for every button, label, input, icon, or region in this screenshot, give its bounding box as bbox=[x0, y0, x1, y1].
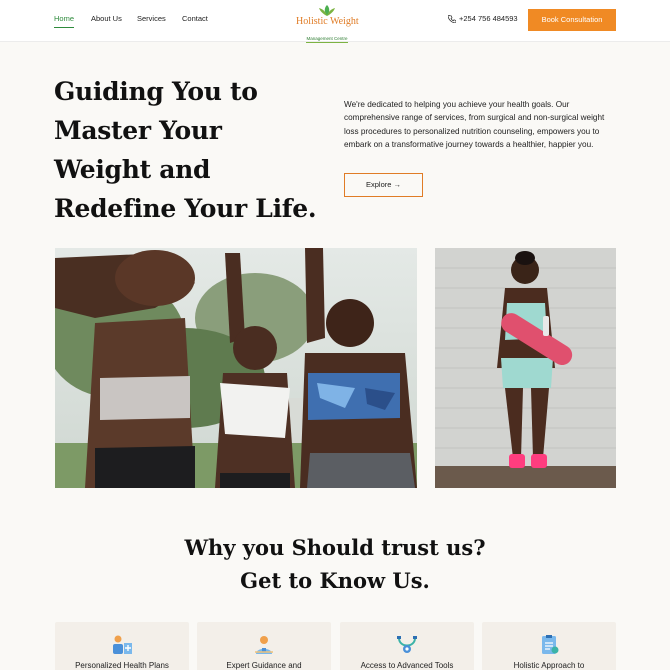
nav-link-services[interactable]: Services bbox=[137, 14, 166, 23]
feature-card-advanced-tools[interactable]: Access to Advanced Tools bbox=[340, 622, 474, 670]
brand-logo[interactable]: Holistic Weight Management Centre bbox=[296, 4, 359, 43]
phone-number: +254 756 484593 bbox=[459, 14, 518, 23]
feature-card-expert-guidance[interactable]: Expert Guidance and bbox=[197, 622, 331, 670]
hero-title: Guiding You to Master Your Weight and Re… bbox=[54, 77, 317, 223]
feature-card-label: Access to Advanced Tools bbox=[360, 661, 454, 670]
holistic-approach-icon bbox=[542, 635, 559, 654]
logo-subtitle: Management Centre bbox=[306, 36, 348, 43]
nav-link-home[interactable]: Home bbox=[54, 14, 75, 28]
nav-link-contact[interactable]: Contact bbox=[182, 14, 208, 23]
health-plan-icon bbox=[113, 635, 132, 654]
feature-card-label: Holistic Approach to bbox=[513, 661, 585, 670]
phone-contact[interactable]: +254 756 484593 bbox=[448, 14, 518, 23]
hero-image-group-workout bbox=[55, 248, 417, 488]
trust-heading-line1: Why you Should trust us? bbox=[184, 535, 486, 560]
top-navigation: Home About Us Services Contact Holistic … bbox=[0, 0, 670, 43]
advanced-tools-icon bbox=[397, 636, 417, 653]
feature-card-label: Expert Guidance and bbox=[226, 661, 302, 670]
hero-image-yoga-mat bbox=[435, 248, 616, 488]
book-consultation-button[interactable]: Book Consultation bbox=[528, 9, 616, 31]
hero-description: We're dedicated to helping you achieve y… bbox=[344, 100, 605, 149]
feature-card-holistic-approach[interactable]: Holistic Approach to bbox=[482, 622, 616, 670]
expert-guidance-icon bbox=[255, 636, 273, 654]
feature-card-health-plans[interactable]: Personalized Health Plans bbox=[55, 622, 189, 670]
explore-button[interactable]: Explore → bbox=[344, 173, 423, 197]
logo-title: Holistic Weight bbox=[296, 16, 359, 27]
phone-icon bbox=[448, 14, 456, 23]
trust-heading-line2: Get to Know Us. bbox=[240, 568, 430, 593]
feature-card-label: Personalized Health Plans bbox=[75, 661, 169, 670]
nav-link-about-us[interactable]: About Us bbox=[91, 14, 122, 23]
